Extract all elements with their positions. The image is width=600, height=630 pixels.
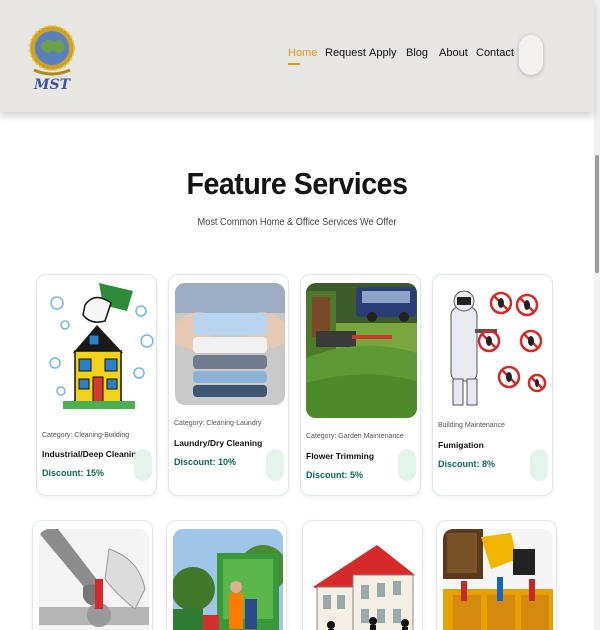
hedge-trimming-image xyxy=(306,283,417,418)
house-cleaning-image xyxy=(43,281,154,419)
service-discount: Discount: 15% xyxy=(42,468,105,478)
service-card[interactable] xyxy=(166,520,287,630)
service-discount: Discount: 8% xyxy=(438,459,496,469)
service-name[interactable]: Laundry/Dry Cleaning xyxy=(174,438,262,448)
nav-blog[interactable]: Blog xyxy=(406,47,428,59)
service-card[interactable]: Category: Garden Maintenance Flower Trim… xyxy=(300,274,421,496)
service-action-button[interactable] xyxy=(266,449,284,481)
page-scrollbar[interactable] xyxy=(594,0,600,630)
service-name[interactable]: Industrial/Deep Cleaning xyxy=(42,449,142,459)
service-card[interactable] xyxy=(436,520,557,630)
nav-request[interactable]: Request xyxy=(325,47,366,59)
service-card[interactable] xyxy=(302,520,423,630)
laundry-image xyxy=(175,283,285,405)
service-action-button[interactable] xyxy=(530,449,548,481)
site-logo[interactable]: MST xyxy=(28,12,76,94)
pest-control-image xyxy=(439,283,549,409)
section-subtitle: Most Common Home & Office Services We Of… xyxy=(197,217,397,228)
active-nav-indicator xyxy=(288,63,300,65)
nav-contact[interactable]: Contact xyxy=(476,47,514,59)
scrollbar-thumb[interactable] xyxy=(595,155,599,273)
toolbelt-image xyxy=(443,529,553,630)
service-name[interactable]: Flower Trimming xyxy=(306,451,374,461)
nav-apply[interactable]: Apply xyxy=(369,47,397,59)
service-discount: Discount: 5% xyxy=(306,470,364,480)
service-card[interactable] xyxy=(32,520,153,630)
logo-text: MST xyxy=(33,77,72,93)
site-header: MST Home Request Apply Blog About Contac… xyxy=(0,0,594,112)
service-discount: Discount: 10% xyxy=(174,457,237,467)
plumbing-image xyxy=(39,529,149,630)
header-action-button[interactable] xyxy=(519,35,543,75)
service-name[interactable]: Fumigation xyxy=(438,440,484,450)
service-card[interactable]: Building Maintenance Fumigation Discount… xyxy=(432,274,553,496)
section-title: Feature Services xyxy=(186,166,408,201)
service-card[interactable]: Category: Cleaning-Building Industrial/D… xyxy=(36,274,157,496)
service-action-button[interactable] xyxy=(398,449,416,481)
nav-home[interactable]: Home xyxy=(288,47,317,59)
service-category: Category: Garden Maintenance xyxy=(306,433,404,440)
service-category: Category: Cleaning-Laundry xyxy=(174,420,262,427)
nav-about[interactable]: About xyxy=(439,47,468,59)
service-category: Building Maintenance xyxy=(438,422,505,429)
service-category: Category: Cleaning-Building xyxy=(42,432,130,439)
waste-truck-image xyxy=(173,529,283,630)
service-action-button[interactable] xyxy=(134,449,152,481)
house-construction-image xyxy=(309,529,419,630)
service-card[interactable]: Category: Cleaning-Laundry Laundry/Dry C… xyxy=(168,274,289,496)
